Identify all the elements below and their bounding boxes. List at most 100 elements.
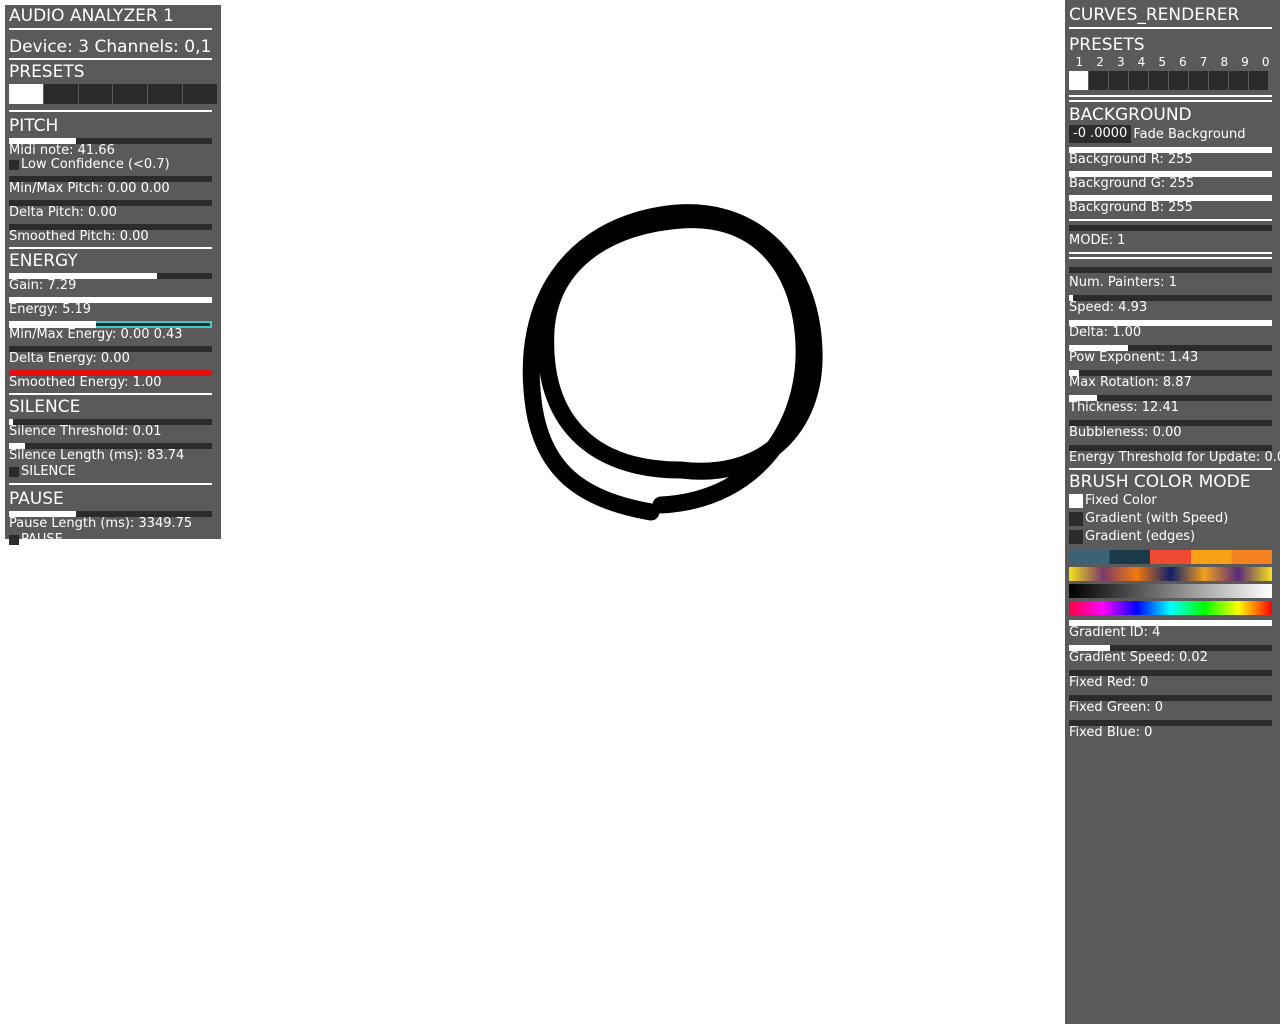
gain-slider[interactable] [9,273,212,279]
preset-3-button[interactable] [78,84,113,104]
background-g-slider[interactable] [1069,171,1272,177]
minmax-pitch-slider[interactable] [9,176,212,182]
silence-toggle[interactable]: SILENCE [9,465,217,479]
smoothed-pitch-slider[interactable] [9,224,212,230]
preset-8-button[interactable] [1209,71,1228,90]
speed-slider[interactable] [1069,295,1272,301]
checkbox-icon [1069,512,1083,526]
preset-6-button[interactable] [183,84,217,104]
preset-1-button[interactable] [1069,71,1088,90]
pow-exponent-label: Pow Exponent: 1.43 [1069,350,1199,365]
preset-0-button[interactable] [1249,71,1268,90]
gradient-speed-label: Gradient Speed: 0.02 [1069,650,1208,665]
fixed-green-slider[interactable] [1069,695,1272,701]
divider [1069,100,1272,102]
num-painters-label: Num. Painters: 1 [1069,275,1177,290]
energy-threshold-label: Energy Threshold for Update: 0.00 [1069,450,1280,465]
curves-renderer-panel: CURVES_RENDERER PRESETS 1 2 3 4 5 6 7 8 … [1065,0,1280,1024]
gradient-id-label: Gradient ID: 4 [1069,625,1161,640]
silence-threshold-slider[interactable] [9,419,212,425]
divider [1069,468,1272,470]
minmax-pitch-label: Min/Max Pitch: 0.00 0.00 [9,181,170,196]
preset-7-button[interactable] [1189,71,1208,90]
fixed-color-toggle[interactable]: Fixed Color [1069,494,1276,508]
fixed-blue-label: Fixed Blue: 0 [1069,725,1153,740]
pause-toggle[interactable]: PAUSE [9,533,217,547]
preset-number: 7 [1199,55,1208,69]
fade-background-input[interactable]: -0 .0000 [1069,125,1132,143]
preset-number: 9 [1241,55,1249,69]
low-confidence-toggle[interactable]: Low Confidence (<0.7) [9,158,217,172]
thickness-slider[interactable] [1069,395,1272,401]
palette-swatch-2[interactable] [1069,567,1272,581]
midi-note-slider[interactable] [9,138,212,144]
energy-threshold-slider[interactable] [1069,445,1272,451]
palette-swatch-1[interactable] [1069,550,1272,564]
minmax-energy-label: Min/Max Energy: 0.00 0.43 [9,327,183,342]
max-rotation-slider[interactable] [1069,370,1272,376]
divider [9,393,212,395]
preset-1-button[interactable] [9,84,43,104]
preset-3-button[interactable] [1109,71,1128,90]
gradient-speed-slider[interactable] [1069,645,1272,651]
pow-exponent-slider[interactable] [1069,345,1272,351]
preset-2-button[interactable] [1089,71,1108,90]
smoothed-energy-slider[interactable] [9,370,212,376]
mode-slider[interactable] [1069,225,1272,231]
background-r-slider[interactable] [1069,147,1272,153]
preset-row [9,84,217,104]
palette-swatch-4[interactable] [1069,601,1272,615]
palette-swatch-3[interactable] [1069,584,1272,598]
preset-5-button[interactable] [1149,71,1168,90]
gradient-edges-label: Gradient (edges) [1085,529,1196,544]
delta-pitch-slider[interactable] [9,200,212,206]
preset-number: 4 [1137,55,1146,69]
panel-title: AUDIO ANALYZER 1 [9,6,174,26]
bubbleness-slider[interactable] [1069,420,1272,426]
divider [1069,219,1272,221]
speed-label: Speed: 4.93 [1069,300,1148,315]
preset-5-button[interactable] [148,84,183,104]
background-b-label: Background B: 255 [1069,200,1193,215]
background-b-slider[interactable] [1069,195,1272,201]
max-rotation-label: Max Rotation: 8.87 [1069,375,1192,390]
audio-analyzer-panel: AUDIO ANALYZER 1 Device: 3 Channels: 0,1… [5,5,221,553]
pause-length-slider[interactable] [9,511,212,517]
device-info: Device: 3 Channels: 0,1 [9,37,212,57]
silence-threshold-label: Silence Threshold: 0.01 [9,424,162,439]
minmax-energy-slider[interactable] [9,321,212,328]
num-painters-slider[interactable] [1069,267,1272,273]
pause-toggle-label: PAUSE [21,532,63,547]
energy-slider[interactable] [9,297,212,303]
divider [1069,252,1272,254]
gradient-id-slider[interactable] [1069,620,1272,626]
preset-9-button[interactable] [1229,71,1248,90]
preset-4-button[interactable] [113,84,148,104]
fixed-blue-slider[interactable] [1069,720,1272,726]
brush-stroke-inner [537,211,813,514]
fixed-red-slider[interactable] [1069,670,1272,676]
preset-number: 5 [1158,55,1166,69]
silence-length-slider[interactable] [9,443,212,449]
gradient-edges-toggle[interactable]: Gradient (edges) [1069,530,1276,544]
presets-heading: PRESETS [1069,35,1145,55]
energy-label: Energy: 5.19 [9,302,92,317]
preset-4-button[interactable] [1129,71,1148,90]
delta-slider[interactable] [1069,320,1272,326]
delta-energy-label: Delta Energy: 0.00 [9,351,130,366]
preset-6-button[interactable] [1169,71,1188,90]
preset-numbers: 1 2 3 4 5 6 7 8 9 0 [1069,55,1276,69]
checkbox-icon [9,535,19,545]
silence-heading: SILENCE [9,397,81,417]
divider [9,28,212,30]
thickness-label: Thickness: 12.41 [1069,400,1179,415]
preset-2-button[interactable] [43,84,78,104]
gain-label: Gain: 7.29 [9,278,77,293]
preset-number: 2 [1096,55,1104,69]
delta-energy-slider[interactable] [9,346,212,352]
gradient-speed-toggle[interactable]: Gradient (with Speed) [1069,512,1276,526]
preset-number: 8 [1220,55,1229,69]
divider [1069,95,1272,97]
drawing-canvas[interactable] [221,0,1065,1024]
fixed-red-label: Fixed Red: 0 [1069,675,1149,690]
